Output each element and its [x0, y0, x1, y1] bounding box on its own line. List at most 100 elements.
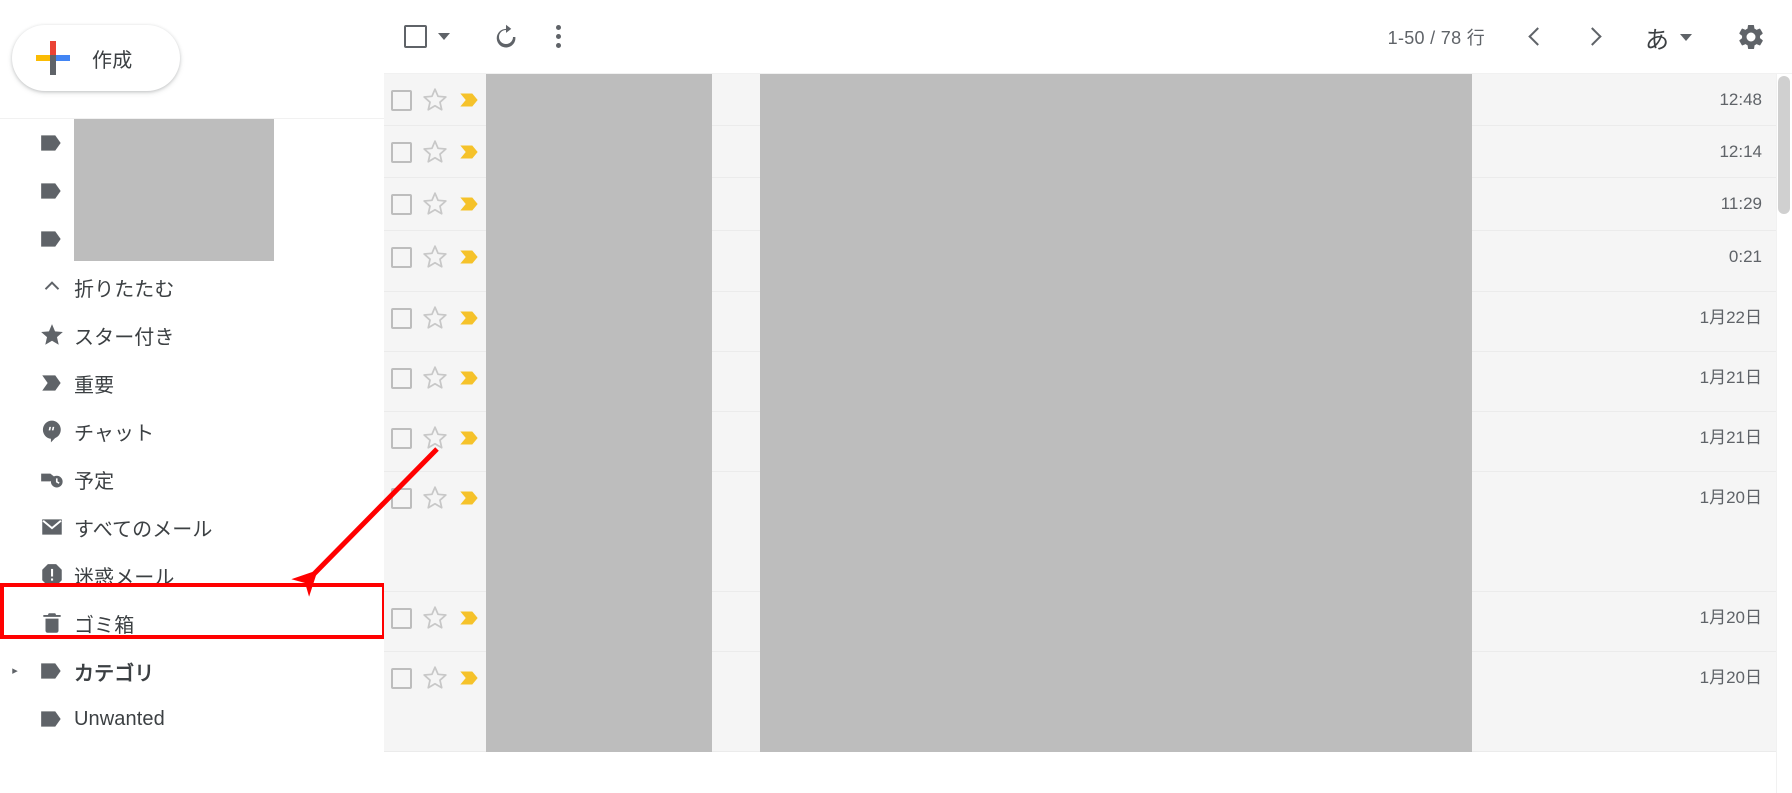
chevron-down-icon [1680, 33, 1692, 41]
row-subject [716, 472, 1620, 592]
sidebar-item-item-8[interactable]: すべてのメール [0, 503, 384, 551]
row-star-button[interactable] [418, 352, 452, 404]
snooze-icon-slot [30, 466, 74, 492]
message-row[interactable]: 12:48 [384, 74, 1792, 126]
row-checkbox[interactable] [384, 178, 418, 230]
sidebar-item-redacted-0[interactable] [0, 119, 384, 167]
row-date: 12:48 [1719, 90, 1762, 109]
row-checkbox[interactable] [384, 74, 418, 126]
input-method-selector[interactable]: あ [1645, 20, 1692, 55]
sidebar-item-item-7[interactable]: 予定 [0, 455, 384, 503]
row-date: 1月20日 [1699, 488, 1762, 507]
checkbox-icon [390, 607, 412, 629]
row-star-button[interactable] [418, 292, 452, 344]
row-date: 0:21 [1728, 247, 1762, 266]
row-star-button[interactable] [418, 126, 452, 178]
star-icon [423, 486, 447, 509]
label-icon [39, 658, 65, 684]
sidebar-item-redacted-2[interactable] [0, 215, 384, 263]
select-all-checkbox[interactable] [404, 25, 450, 48]
message-row[interactable]: 11:29 [384, 178, 1792, 231]
message-row[interactable]: 1月20日 [384, 652, 1792, 752]
row-importance-button[interactable] [452, 231, 486, 283]
row-checkbox[interactable] [384, 352, 418, 404]
redacted-subject [760, 292, 1472, 352]
row-importance-button[interactable] [452, 472, 486, 524]
compose-button-label: 作成 [92, 49, 133, 72]
message-row[interactable]: 1月21日 [384, 412, 1792, 472]
label-icon-slot [30, 178, 74, 204]
row-star-button[interactable] [418, 592, 452, 644]
importance-marker-icon [460, 611, 478, 625]
row-subject [716, 292, 1620, 352]
row-checkbox[interactable] [384, 292, 418, 344]
more-options-button[interactable] [556, 25, 561, 48]
redacted-subject [760, 231, 1472, 292]
row-checkbox[interactable] [384, 126, 418, 178]
message-row[interactable]: 1月21日 [384, 352, 1792, 412]
row-subject [716, 126, 1620, 178]
row-date: 1月21日 [1699, 428, 1762, 447]
snooze-icon [39, 466, 65, 492]
label-icon [39, 706, 65, 732]
row-checkbox[interactable] [384, 652, 418, 704]
message-row[interactable]: 1月20日 [384, 592, 1792, 652]
expand-triangle-icon[interactable]: ▸ [0, 665, 30, 677]
row-star-button[interactable] [418, 652, 452, 704]
redacted-subject [760, 126, 1472, 178]
next-page-button[interactable] [1583, 26, 1605, 48]
star-filled-icon [39, 322, 65, 348]
row-star-button[interactable] [418, 412, 452, 464]
row-star-button[interactable] [418, 178, 452, 230]
list-scrollbar[interactable] [1776, 74, 1792, 793]
previous-page-button[interactable] [1525, 26, 1547, 48]
sidebar-item-item-10[interactable]: ゴミ箱 [0, 599, 384, 647]
sidebar-item-label: すべてのメール [74, 518, 213, 541]
star-icon [423, 192, 447, 215]
message-row[interactable]: 12:14 [384, 126, 1792, 178]
sidebar-item-item-4[interactable]: スター付き [0, 311, 384, 359]
mail-icon [39, 514, 65, 540]
redacted-subject [760, 74, 1472, 126]
redacted-sender [486, 178, 712, 231]
sidebar-item-item-9[interactable]: 迷惑メール [0, 551, 384, 599]
spam-icon [39, 562, 65, 588]
sidebar-item-unwanted[interactable]: Unwanted [0, 695, 384, 743]
message-row[interactable]: 0:21 [384, 231, 1792, 292]
redacted-sender [486, 352, 712, 412]
scrollbar-thumb[interactable] [1778, 76, 1790, 214]
sidebar-item-item-5[interactable]: 重要 [0, 359, 384, 407]
refresh-button[interactable] [492, 23, 520, 51]
row-checkbox[interactable] [384, 472, 418, 524]
message-row[interactable]: 1月20日 [384, 472, 1792, 592]
row-checkbox[interactable] [384, 412, 418, 464]
row-importance-button[interactable] [452, 178, 486, 230]
row-star-button[interactable] [418, 472, 452, 524]
row-importance-button[interactable] [452, 74, 486, 126]
row-star-button[interactable] [418, 231, 452, 283]
row-importance-button[interactable] [452, 412, 486, 464]
checkbox-icon [390, 427, 412, 449]
row-importance-button[interactable] [452, 126, 486, 178]
row-importance-button[interactable] [452, 652, 486, 704]
row-star-button[interactable] [418, 74, 452, 126]
sidebar-item-item-11[interactable]: ▸ カテゴリ [0, 647, 384, 695]
row-importance-button[interactable] [452, 352, 486, 404]
sidebar-item-item-3[interactable]: 折りたたむ [0, 263, 384, 311]
sidebar-item-redacted-1[interactable] [0, 167, 384, 215]
message-list: 12:48 12:14 11:29 0:21 1月22日 1月21日 1月21日 1月20日 1… [384, 74, 1792, 793]
trash-icon [39, 610, 65, 636]
redacted-subject [760, 652, 1472, 752]
row-checkbox[interactable] [384, 231, 418, 283]
row-importance-button[interactable] [452, 292, 486, 344]
refresh-icon [496, 24, 516, 47]
row-importance-button[interactable] [452, 592, 486, 644]
row-date: 11:29 [1720, 194, 1762, 213]
compose-area: 作成 [0, 0, 384, 119]
row-checkbox[interactable] [384, 592, 418, 644]
message-row[interactable]: 1月22日 [384, 292, 1792, 352]
settings-button[interactable] [1736, 22, 1766, 52]
sidebar: 作成 折りたたむ スター付き 重要 チャット 予定すべてのメール迷惑メール ゴミ箱 ▸ カテゴ… [0, 0, 384, 793]
compose-button[interactable]: 作成 [12, 25, 180, 91]
sidebar-item-item-6[interactable]: チャット [0, 407, 384, 455]
